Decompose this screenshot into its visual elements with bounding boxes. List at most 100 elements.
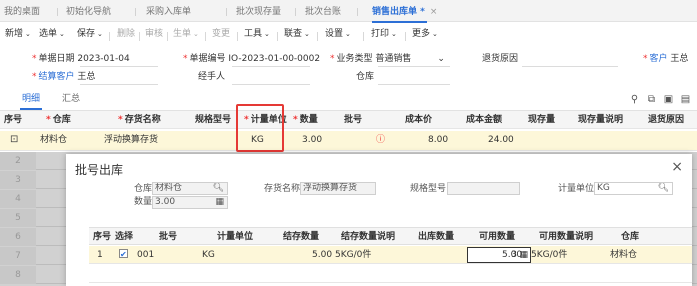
select-button[interactable]: 选单 ⌄ <box>39 28 65 40</box>
settings-button[interactable]: 设置 ⌄ <box>325 28 351 40</box>
review-button[interactable]: 审核 <box>145 28 163 40</box>
link-query-button[interactable]: 联查 ⌄ <box>284 28 310 40</box>
table-row[interactable]: ⊡ 材料仓 浮动换算存货 KG 3.00 ⓘ 8.00 24.00 <box>0 131 697 151</box>
col-header-warehouse: * 仓库 <box>46 115 71 125</box>
close-icon[interactable]: × <box>430 7 438 17</box>
search-icon[interactable]: 🔍︎ <box>658 183 669 194</box>
row-edit-icon[interactable]: ⊡ <box>10 131 18 149</box>
cell-warehouse[interactable]: 材料仓 <box>610 246 637 264</box>
col-header-no: 序号 <box>4 115 23 125</box>
tab-batch-stock[interactable]: 批次现存量 <box>236 5 281 19</box>
more-button[interactable]: 更多 ⌄ <box>412 28 438 40</box>
warehouse-label: 仓库 <box>356 72 375 82</box>
dialog-warehouse-value: 材料仓 <box>155 183 183 193</box>
dialog-warehouse-input[interactable]: 材料仓 🔍︎ <box>152 182 228 195</box>
more-label: 更多 <box>412 29 431 39</box>
col-header-qty-label: 数量 <box>299 115 318 125</box>
chevron-down-icon: ⌄ <box>432 30 438 38</box>
doc-date-value: 2023-01-04 <box>77 54 130 64</box>
cell-warehouse[interactable]: 材料仓 <box>40 131 67 149</box>
dialog-item-input[interactable]: 浮动换算存货 <box>300 182 376 195</box>
dialog-spec-input[interactable] <box>447 182 520 195</box>
tab-batch-ledger[interactable]: 批次台账 <box>305 5 341 19</box>
required-marker: * <box>32 72 37 82</box>
return-reason-label: 退货原因 <box>482 54 519 64</box>
generate-button[interactable]: 生单 ⌄ <box>173 28 199 40</box>
tab-init-guide[interactable]: 初始化导航 <box>66 5 111 19</box>
tab-detail[interactable]: 明细 <box>19 93 43 110</box>
cell-unit[interactable]: KG <box>202 246 215 264</box>
col-header-warehouse: 仓库 <box>621 232 640 242</box>
customer-field[interactable]: * 客户 王总 <box>643 53 688 65</box>
cell-qty[interactable]: 3.00 <box>302 131 322 149</box>
column-settings-icon[interactable]: ▤ <box>680 94 691 105</box>
settle-customer-field[interactable]: * 结算客户 王总 <box>32 71 95 83</box>
chevron-down-icon: ⌄ <box>264 30 270 38</box>
col-header-stock: 现存量 <box>528 115 556 125</box>
col-header-item: * 存货名称 <box>118 115 161 125</box>
doc-date-label: 单据日期 <box>38 54 75 64</box>
cell-batch[interactable]: 001 <box>137 246 154 264</box>
calculator-icon[interactable]: ▦ <box>215 197 224 208</box>
biz-type-field[interactable]: * 业务类型 普通销售 ⌄ <box>330 53 445 65</box>
toolbar-divider: | <box>108 32 112 42</box>
close-icon[interactable]: × <box>671 159 683 175</box>
customer-label: 客户 <box>649 54 668 64</box>
change-button[interactable]: 变更 <box>212 28 230 40</box>
paste-rows-icon[interactable]: ▣ <box>663 94 674 105</box>
table-row[interactable] <box>89 265 692 283</box>
dialog-qty-input[interactable]: 3.00 ▦ <box>152 196 228 209</box>
generate-label: 生单 <box>173 29 192 39</box>
print-label: 打印 <box>371 29 390 39</box>
checkbox-checked-icon[interactable] <box>119 246 128 264</box>
cell-item[interactable]: 浮动换算存货 <box>104 131 158 149</box>
doc-no-field[interactable]: * 单据编号 IO-2023-01-00-0002 <box>183 53 320 65</box>
doc-no-value: IO-2023-01-00-0002 <box>228 54 321 64</box>
toolbar-divider: | <box>316 32 320 42</box>
copy-rows-icon[interactable]: ⧉ <box>646 94 657 105</box>
chevron-down-icon: ⌄ <box>304 30 310 38</box>
customer-value: 王总 <box>670 54 689 64</box>
search-icon[interactable]: 🔍︎ <box>213 183 224 194</box>
print-button[interactable]: 打印 ⌄ <box>371 28 397 40</box>
col-header-batch: 批号 <box>159 232 178 242</box>
chevron-down-icon: ⌄ <box>59 30 65 38</box>
col-header-qty: * 数量 <box>293 115 318 125</box>
col-header-select: 选择 <box>115 232 134 242</box>
delete-button[interactable]: 删除 <box>117 28 135 40</box>
toolbar: 新增 ⌄ 选单 ⌄ 保存 ⌄ | 删除 | 审核 | 生单 ⌄ | 变更 | 工具 ⌄ |… <box>0 23 697 45</box>
col-header-cost: 成本价 <box>405 115 433 125</box>
link-query-label: 联查 <box>284 29 303 39</box>
chevron-down-icon: ⌄ <box>391 30 397 38</box>
cell-amount[interactable]: 24.00 <box>488 131 514 149</box>
col-header-amount: 成本金额 <box>466 115 503 125</box>
cell-avail-desc: 5KG/0件 <box>531 250 568 260</box>
dialog-item-label: 存货名称 <box>264 184 301 194</box>
field-underline <box>522 66 618 67</box>
dialog-qty-label: 数量 <box>134 197 153 207</box>
biz-type-label: 业务类型 <box>336 54 373 64</box>
tab-my-desktop[interactable]: 我的桌面 <box>4 5 40 19</box>
tab-sales-outbound[interactable]: 销售出库单 * × <box>372 5 438 23</box>
toolbar-divider: | <box>166 32 170 42</box>
table-row[interactable]: 1 001 KG 5.00 5KG/0件 3 ▦ 5.00 5KG/0件 材料仓 <box>89 246 692 264</box>
dialog-unit-input[interactable]: KG 🔍︎ <box>594 182 673 195</box>
chevron-down-icon: ⌄ <box>193 30 199 38</box>
toolbar-divider: | <box>362 32 366 42</box>
tab-divider <box>135 8 136 16</box>
new-button[interactable]: 新增 ⌄ <box>5 28 31 40</box>
tab-purchase-inbound[interactable]: 采购入库单 <box>146 5 191 19</box>
new-label: 新增 <box>5 29 24 39</box>
tab-summary[interactable]: 汇总 <box>62 93 80 105</box>
location-pin-icon[interactable]: ⚲ <box>629 94 640 105</box>
tools-button[interactable]: 工具 ⌄ <box>244 28 270 40</box>
required-marker: * <box>330 54 335 64</box>
field-underline <box>232 66 310 67</box>
save-button[interactable]: 保存 ⌄ <box>77 28 103 40</box>
col-header-balance-desc: 结存数量说明 <box>341 232 396 242</box>
row-select-checkbox[interactable] <box>119 246 128 264</box>
cell-cost[interactable]: 8.00 <box>428 131 448 149</box>
doc-date-field[interactable]: * 单据日期 2023-01-04 <box>32 53 130 65</box>
document-header-form: * 单据日期 2023-01-04 * 单据编号 IO-2023-01-00-000… <box>0 46 697 88</box>
col-header-item-label: 存货名称 <box>124 115 161 125</box>
